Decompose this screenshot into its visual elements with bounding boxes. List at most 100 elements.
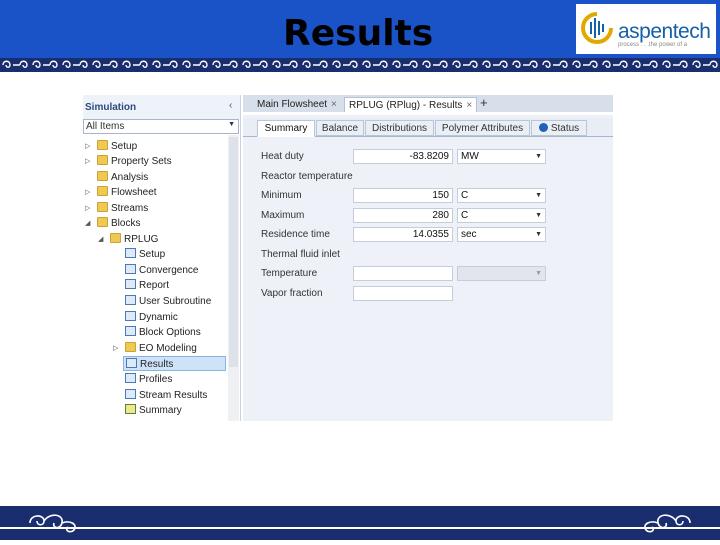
tab-summary[interactable]: Summary bbox=[257, 120, 315, 137]
minimum-unit-select[interactable]: C ▼ bbox=[457, 188, 546, 203]
tree-item-stream-results[interactable]: Stream Results bbox=[125, 388, 207, 403]
tree-item-user-subroutine[interactable]: User Subroutine bbox=[125, 294, 211, 309]
folder-icon bbox=[97, 217, 108, 228]
nav-filter-select[interactable]: All Items ▼ bbox=[83, 119, 239, 134]
maximum-value[interactable]: 280 bbox=[353, 208, 453, 223]
folder-icon bbox=[97, 186, 108, 197]
slide-title: Results bbox=[283, 13, 434, 54]
nav-title: Simulation bbox=[85, 102, 137, 113]
chevron-down-icon: ▼ bbox=[228, 121, 235, 128]
minimum-label: Minimum bbox=[261, 190, 302, 201]
tree-item-label: Setup bbox=[139, 249, 166, 260]
minimum-value[interactable]: 150 bbox=[353, 188, 453, 203]
decorative-pattern-band-bottom bbox=[0, 506, 720, 540]
minimum-unit: C bbox=[461, 190, 469, 201]
tree-item-label: User Subroutine bbox=[139, 296, 212, 307]
tree-item-label: Stream Results bbox=[139, 390, 208, 401]
cloud-scroll-ornament-icon bbox=[29, 514, 691, 533]
doc-tab-rplug-results[interactable]: RPLUG (RPlug) - Results × bbox=[344, 97, 478, 112]
tab-status[interactable]: Status bbox=[531, 120, 587, 136]
close-icon[interactable]: × bbox=[331, 99, 337, 110]
tree-item-summary[interactable]: Summary bbox=[125, 403, 182, 418]
tree-item-analysis[interactable]: Analysis bbox=[97, 170, 148, 185]
folder-icon bbox=[97, 171, 108, 182]
tree-item-label: Results bbox=[140, 359, 174, 370]
temperature-unit-select[interactable]: ▼ bbox=[457, 266, 546, 281]
doc-tab-label: Main Flowsheet bbox=[257, 99, 328, 110]
chevron-down-icon: ▼ bbox=[535, 153, 542, 160]
doc-tab-main-flowsheet[interactable]: Main Flowsheet × bbox=[253, 97, 341, 112]
tree-item-block-options[interactable]: Block Options bbox=[125, 325, 201, 340]
tree-item-label: RPLUG bbox=[124, 234, 159, 245]
tree-item-label: Analysis bbox=[111, 172, 149, 183]
tab-distributions[interactable]: Distributions bbox=[365, 120, 434, 136]
aspentech-logo-mark-icon bbox=[581, 12, 613, 44]
maximum-label: Maximum bbox=[261, 210, 305, 221]
tree-item-blocks[interactable]: ◢ Blocks bbox=[85, 216, 141, 231]
aspen-plus-window: Simulation ‹ All Items ▼ ▷ Setup ▷ Propert… bbox=[83, 95, 613, 421]
expand-arrow-icon[interactable]: ▷ bbox=[85, 139, 90, 154]
tree-item-dynamic[interactable]: Dynamic bbox=[125, 310, 178, 325]
chevron-down-icon: ▼ bbox=[535, 212, 542, 219]
reactor-temperature-label: Reactor temperature bbox=[261, 171, 353, 182]
collapse-pane-icon[interactable]: ‹ bbox=[229, 100, 232, 111]
tree-item-label: Streams bbox=[111, 203, 149, 214]
residence-time-label: Residence time bbox=[261, 229, 330, 240]
tree-item-label: Block Options bbox=[139, 327, 201, 338]
sub-tab-bar: Summary Balance Distributions Polymer At… bbox=[243, 118, 613, 137]
tree-item-profiles[interactable]: Profiles bbox=[125, 372, 172, 387]
tree-item-label: Profiles bbox=[139, 374, 173, 385]
tree-item-streams[interactable]: ▷ Streams bbox=[85, 201, 149, 216]
form-check-icon bbox=[125, 295, 136, 306]
heat-duty-label: Heat duty bbox=[261, 151, 304, 162]
tree-item-rplug-setup[interactable]: Setup bbox=[125, 247, 165, 262]
tab-balance[interactable]: Balance bbox=[316, 120, 364, 136]
tree-item-label: Dynamic bbox=[139, 312, 178, 323]
expand-arrow-icon[interactable]: ▷ bbox=[85, 154, 90, 169]
tree-item-convergence[interactable]: Convergence bbox=[125, 263, 198, 278]
form-check-icon bbox=[125, 373, 136, 384]
tree-item-setup[interactable]: ▷ Setup bbox=[85, 139, 137, 154]
chevron-down-icon: ▼ bbox=[535, 270, 542, 277]
vapor-fraction-value[interactable] bbox=[353, 286, 453, 301]
form-check-icon bbox=[126, 358, 137, 369]
expand-arrow-icon[interactable]: ▷ bbox=[113, 341, 118, 356]
summary-icon bbox=[125, 404, 136, 415]
expand-arrow-icon[interactable]: ▷ bbox=[85, 201, 90, 216]
heat-duty-unit-select[interactable]: MW ▼ bbox=[457, 149, 546, 164]
doc-tab-label: RPLUG (RPlug) - Results bbox=[349, 100, 463, 111]
residence-time-value[interactable]: 14.0355 bbox=[353, 227, 453, 242]
heat-duty-value[interactable]: -83.8209 bbox=[353, 149, 453, 164]
results-form: Summary Balance Distributions Polymer At… bbox=[243, 115, 613, 421]
tab-status-label: Status bbox=[550, 123, 580, 134]
tree-item-flowsheet[interactable]: ▷ Flowsheet bbox=[85, 185, 157, 200]
tree-item-results[interactable]: Results bbox=[123, 356, 226, 371]
nav-scrollbar-thumb[interactable] bbox=[229, 137, 238, 367]
temperature-value[interactable] bbox=[353, 266, 453, 281]
form-check-icon bbox=[125, 248, 136, 259]
footer-divider-line bbox=[0, 527, 720, 529]
folder-icon bbox=[97, 202, 108, 213]
nav-scrollbar[interactable] bbox=[228, 135, 239, 421]
close-icon[interactable]: × bbox=[466, 100, 472, 111]
vapor-fraction-label: Vapor fraction bbox=[261, 288, 323, 299]
folder-icon bbox=[97, 140, 108, 151]
add-tab-icon[interactable]: + bbox=[480, 95, 488, 110]
navigation-pane: Simulation ‹ All Items ▼ ▷ Setup ▷ Propert… bbox=[83, 95, 241, 421]
tree-item-rplug[interactable]: ◢ RPLUG bbox=[98, 232, 159, 247]
tree-item-property-sets[interactable]: ▷ Property Sets bbox=[85, 154, 172, 169]
tree-item-eo-modeling[interactable]: ▷ EO Modeling bbox=[113, 341, 197, 356]
nav-header: Simulation ‹ bbox=[83, 95, 240, 119]
tree-item-label: EO Modeling bbox=[139, 343, 197, 354]
expand-arrow-icon[interactable]: ▷ bbox=[85, 185, 90, 200]
residence-time-unit-select[interactable]: sec ▼ bbox=[457, 227, 546, 242]
tree-item-label: Blocks bbox=[111, 218, 141, 229]
tab-polymer-attributes[interactable]: Polymer Attributes bbox=[435, 120, 530, 136]
collapse-arrow-icon[interactable]: ◢ bbox=[98, 232, 103, 247]
tree-item-report[interactable]: Report bbox=[125, 278, 169, 293]
maximum-unit-select[interactable]: C ▼ bbox=[457, 208, 546, 223]
chevron-down-icon: ▼ bbox=[535, 231, 542, 238]
collapse-arrow-icon[interactable]: ◢ bbox=[85, 216, 90, 231]
tree-item-label: Convergence bbox=[139, 265, 199, 276]
heat-duty-unit: MW bbox=[461, 151, 479, 162]
